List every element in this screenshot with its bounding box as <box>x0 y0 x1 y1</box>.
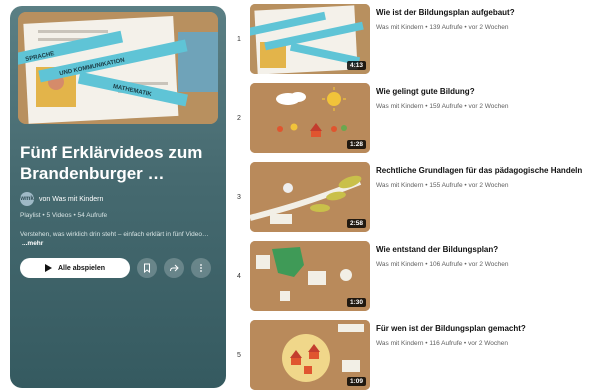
video-views: 116 Aufrufe <box>429 340 463 347</box>
video-views: 106 Aufrufe <box>429 261 463 268</box>
more-link[interactable]: ...mehr <box>22 240 43 247</box>
video-item-2[interactable]: 2 1:28 Wie gelingt gute Bildung? Was mit… <box>230 83 610 155</box>
video-meta: Was mit Kindern • 116 Aufrufe • vor 2 Wo… <box>376 340 508 347</box>
video-thumbnail[interactable]: 2:58 <box>250 162 370 232</box>
video-duration: 1:09 <box>346 377 366 386</box>
video-meta: Was mit Kindern • 155 Aufrufe • vor 2 Wo… <box>376 182 509 189</box>
video-age: vor 2 Wochen <box>468 261 509 268</box>
video-channel[interactable]: Was mit Kindern <box>376 261 423 268</box>
video-views: 155 Aufrufe <box>429 182 463 189</box>
play-all-label: Alle abspielen <box>57 264 106 272</box>
video-duration: 4:13 <box>346 61 366 70</box>
video-title[interactable]: Wie ist der Bildungsplan aufgebaut? <box>376 8 610 17</box>
video-channel[interactable]: Was mit Kindern <box>376 24 423 31</box>
video-age: vor 2 Wochen <box>468 24 509 31</box>
video-meta: Was mit Kindern • 159 Aufrufe • vor 2 Wo… <box>376 103 509 110</box>
share-icon <box>170 264 179 272</box>
video-index: 4 <box>237 273 241 280</box>
video-age: vor 2 Wochen <box>468 340 508 347</box>
video-title[interactable]: Rechtliche Grundlagen für das pädagogisc… <box>376 166 610 175</box>
bookmark-icon <box>144 263 150 273</box>
playlist-panel: SPRACHE UND KOMMUNIKATION MATHEMATIK Fün… <box>10 6 226 388</box>
playlist-title: Fünf Erklärvideos zum Brandenburger … <box>20 143 203 183</box>
share-button[interactable] <box>164 258 184 278</box>
video-index: 2 <box>237 115 241 122</box>
more-options-button[interactable] <box>191 258 211 278</box>
video-item-5[interactable]: 5 1:09 Für wen ist der Bildungsplan gema… <box>230 320 610 392</box>
video-duration: 1:30 <box>346 298 366 307</box>
video-channel[interactable]: Was mit Kindern <box>376 182 423 189</box>
video-age: vor 2 Wochen <box>468 103 509 110</box>
channel-row[interactable]: wmk von Was mit Kindern <box>20 192 103 206</box>
channel-avatar[interactable]: wmk <box>20 192 34 206</box>
save-playlist-button[interactable] <box>137 258 157 278</box>
video-title[interactable]: Für wen ist der Bildungsplan gemacht? <box>376 324 610 333</box>
playlist-meta: Playlist • 5 Videos • 54 Aufrufe <box>20 212 108 219</box>
channel-name[interactable]: Was mit Kindern <box>52 196 103 203</box>
video-channel[interactable]: Was mit Kindern <box>376 103 423 110</box>
video-meta: Was mit Kindern • 106 Aufrufe • vor 2 Wo… <box>376 261 509 268</box>
video-item-3[interactable]: 3 2:58 Rechtliche Grundlagen für das päd… <box>230 162 610 234</box>
description-text: Verstehen, was wirklich drin steht – ein… <box>20 231 209 238</box>
playlist-thumbnail[interactable]: SPRACHE UND KOMMUNIKATION MATHEMATIK <box>18 12 218 124</box>
video-meta: Was mit Kindern • 139 Aufrufe • vor 2 Wo… <box>376 24 509 31</box>
video-title[interactable]: Wie entstand der Bildungsplan? <box>376 245 610 254</box>
video-thumbnail[interactable]: 4:13 <box>250 4 370 74</box>
video-index: 1 <box>237 36 241 43</box>
playlist-actions: Alle abspielen <box>20 258 211 278</box>
video-duration: 2:58 <box>346 219 366 228</box>
video-duration: 1:28 <box>346 140 366 149</box>
video-thumbnail[interactable]: 1:28 <box>250 83 370 153</box>
video-item-4[interactable]: 4 1:30 Wie entstand der Bildungsplan? Wa… <box>230 241 610 313</box>
more-vert-icon <box>200 264 202 272</box>
video-thumbnail[interactable]: 1:09 <box>250 320 370 390</box>
video-views: 159 Aufrufe <box>429 103 463 110</box>
video-thumbnail[interactable]: 1:30 <box>250 241 370 311</box>
video-item-1[interactable]: 1 4:13 Wie ist der Bildungsplan aufgebau… <box>230 4 610 76</box>
video-age: vor 2 Wochen <box>468 182 509 189</box>
play-icon <box>44 264 52 272</box>
video-channel[interactable]: Was mit Kindern <box>376 340 423 347</box>
channel-prefix: von <box>39 195 51 203</box>
video-index: 5 <box>237 352 241 359</box>
playlist-description: Verstehen, was wirklich drin steht – ein… <box>20 230 220 248</box>
video-index: 3 <box>237 194 241 201</box>
video-views: 139 Aufrufe <box>429 24 463 31</box>
video-title[interactable]: Wie gelingt gute Bildung? <box>376 87 610 96</box>
play-all-button[interactable]: Alle abspielen <box>20 258 130 278</box>
